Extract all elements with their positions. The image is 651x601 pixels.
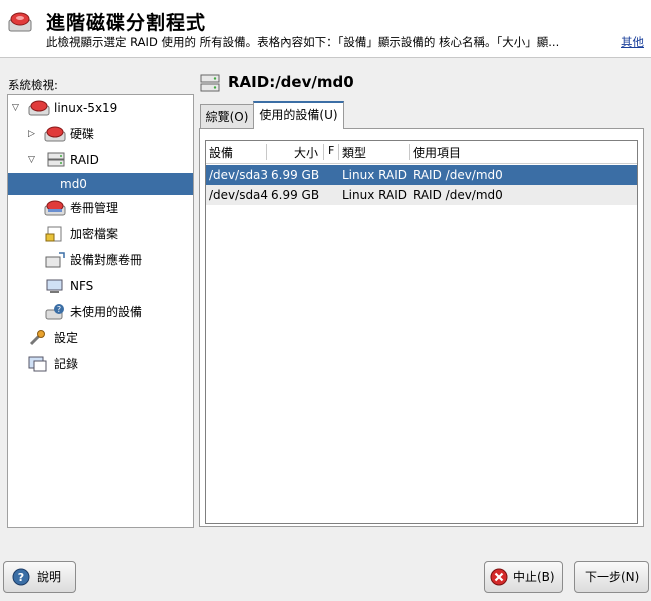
column-header-size[interactable]: 大小 xyxy=(294,144,318,161)
tree-item-encrypted-files[interactable]: 加密檔案 xyxy=(8,223,193,245)
svg-text:?: ? xyxy=(57,305,61,314)
cell-size: 6.99 GB xyxy=(271,168,320,182)
cell-used-by: RAID /dev/md0 xyxy=(413,188,503,202)
tree-item-label: 未使用的設備 xyxy=(70,305,143,319)
svg-text:?: ? xyxy=(18,571,24,584)
more-link[interactable]: 其他 xyxy=(621,34,644,50)
settings-wrench-icon xyxy=(29,330,45,346)
column-header-used-by[interactable]: 使用項目 xyxy=(413,144,461,161)
raid-icon xyxy=(200,74,220,92)
log-icon xyxy=(28,356,47,372)
tree-item-device-mapper[interactable]: 設備對應卷冊 xyxy=(8,249,193,271)
device-mapper-icon xyxy=(45,252,65,268)
tree-item-label: NFS xyxy=(70,279,94,293)
abort-button-label: 中止(B) xyxy=(513,570,555,584)
next-button-label: 下一步(N) xyxy=(585,570,640,584)
tree-item-label: linux-5x19 xyxy=(54,101,118,115)
disk-drive-icon xyxy=(28,100,50,116)
tree-item-unused-devices[interactable]: ? 未使用的設備 xyxy=(8,301,193,323)
page-title: 進階磁碟分割程式 xyxy=(46,12,207,34)
tree-label: 系統檢視: xyxy=(8,78,58,92)
system-view-tree[interactable]: ▽ linux-5x19 ▷ 硬碟 ▽ RAID md0 卷冊管理 加密檔案 設… xyxy=(7,94,194,528)
page-description: 此檢視顯示選定 RAID 使用的 所有設備。表格內容如下：「設備」顯示設備的 核… xyxy=(46,35,560,49)
tree-item-label: 卷冊管理 xyxy=(70,201,119,215)
help-button-label: 說明 xyxy=(37,570,62,584)
harddisk-icon xyxy=(44,126,66,142)
tree-item-log[interactable]: 記錄 xyxy=(8,353,193,375)
table-header: 設備 大小 F 類型 使用項目 xyxy=(206,141,637,164)
table-row[interactable]: /dev/sda3 6.99 GB Linux RAID RAID /dev/m… xyxy=(206,165,637,185)
cell-device: /dev/sda3 xyxy=(209,168,269,182)
cell-type: Linux RAID xyxy=(342,168,407,182)
column-header-format[interactable]: F xyxy=(328,144,334,157)
disk-partitioner-icon xyxy=(8,12,32,32)
column-separator[interactable] xyxy=(266,144,267,160)
table-row[interactable]: /dev/sda4 6.99 GB Linux RAID RAID /dev/m… xyxy=(206,185,637,205)
column-separator[interactable] xyxy=(323,144,324,160)
tree-item-nfs[interactable]: NFS xyxy=(8,275,193,297)
tree-item-md0[interactable]: md0 xyxy=(8,173,193,195)
cell-used-by: RAID /dev/md0 xyxy=(413,168,503,182)
tree-item-label: 記錄 xyxy=(54,357,79,371)
encrypted-file-icon xyxy=(45,226,62,242)
header: 進階磁碟分割程式 此檢視顯示選定 RAID 使用的 所有設備。表格內容如下：「設… xyxy=(0,0,651,58)
volume-manager-icon xyxy=(44,200,66,216)
cell-type: Linux RAID xyxy=(342,188,407,202)
tab-used-devices[interactable]: 使用的設備(U) xyxy=(253,101,344,129)
tab-overview[interactable]: 綜覽(O) xyxy=(200,104,254,129)
tree-item-settings[interactable]: 設定 xyxy=(8,327,193,349)
tree-item-label: 設備對應卷冊 xyxy=(70,253,143,267)
expanded-arrow-icon[interactable]: ▽ xyxy=(12,97,22,119)
used-devices-table[interactable]: 設備 大小 F 類型 使用項目 /dev/sda3 6.99 GB Linux … xyxy=(205,140,638,524)
help-button[interactable]: ? 說明 xyxy=(3,561,76,593)
next-button[interactable]: 下一步(N) xyxy=(574,561,649,593)
panel-title: RAID:/dev/md0 xyxy=(228,73,354,91)
abort-button[interactable]: 中止(B) xyxy=(484,561,563,593)
tree-item-raid[interactable]: ▽ RAID xyxy=(8,149,193,171)
column-header-device[interactable]: 設備 xyxy=(209,144,233,161)
tree-item-linux-5x19[interactable]: ▽ linux-5x19 xyxy=(8,97,193,119)
tree-item-volume-manager[interactable]: 卷冊管理 xyxy=(8,197,193,219)
tree-item-harddisk[interactable]: ▷ 硬碟 xyxy=(8,123,193,145)
expanded-arrow-icon[interactable]: ▽ xyxy=(28,149,38,171)
column-header-type[interactable]: 類型 xyxy=(342,144,366,161)
tree-item-label: 硬碟 xyxy=(70,127,95,141)
abort-icon xyxy=(490,568,508,586)
raid-icon xyxy=(47,152,65,167)
help-icon: ? xyxy=(12,568,30,586)
column-separator[interactable] xyxy=(338,144,339,160)
tree-item-label: RAID xyxy=(70,153,99,167)
nfs-icon xyxy=(46,279,63,293)
tree-item-label: 設定 xyxy=(54,331,79,345)
cell-device: /dev/sda4 xyxy=(209,188,269,202)
cell-size: 6.99 GB xyxy=(271,188,320,202)
collapsed-arrow-icon[interactable]: ▷ xyxy=(28,123,38,145)
column-separator[interactable] xyxy=(409,144,410,160)
unused-devices-icon: ? xyxy=(45,304,64,320)
tree-item-label: md0 xyxy=(60,177,87,191)
tree-item-label: 加密檔案 xyxy=(70,227,119,241)
